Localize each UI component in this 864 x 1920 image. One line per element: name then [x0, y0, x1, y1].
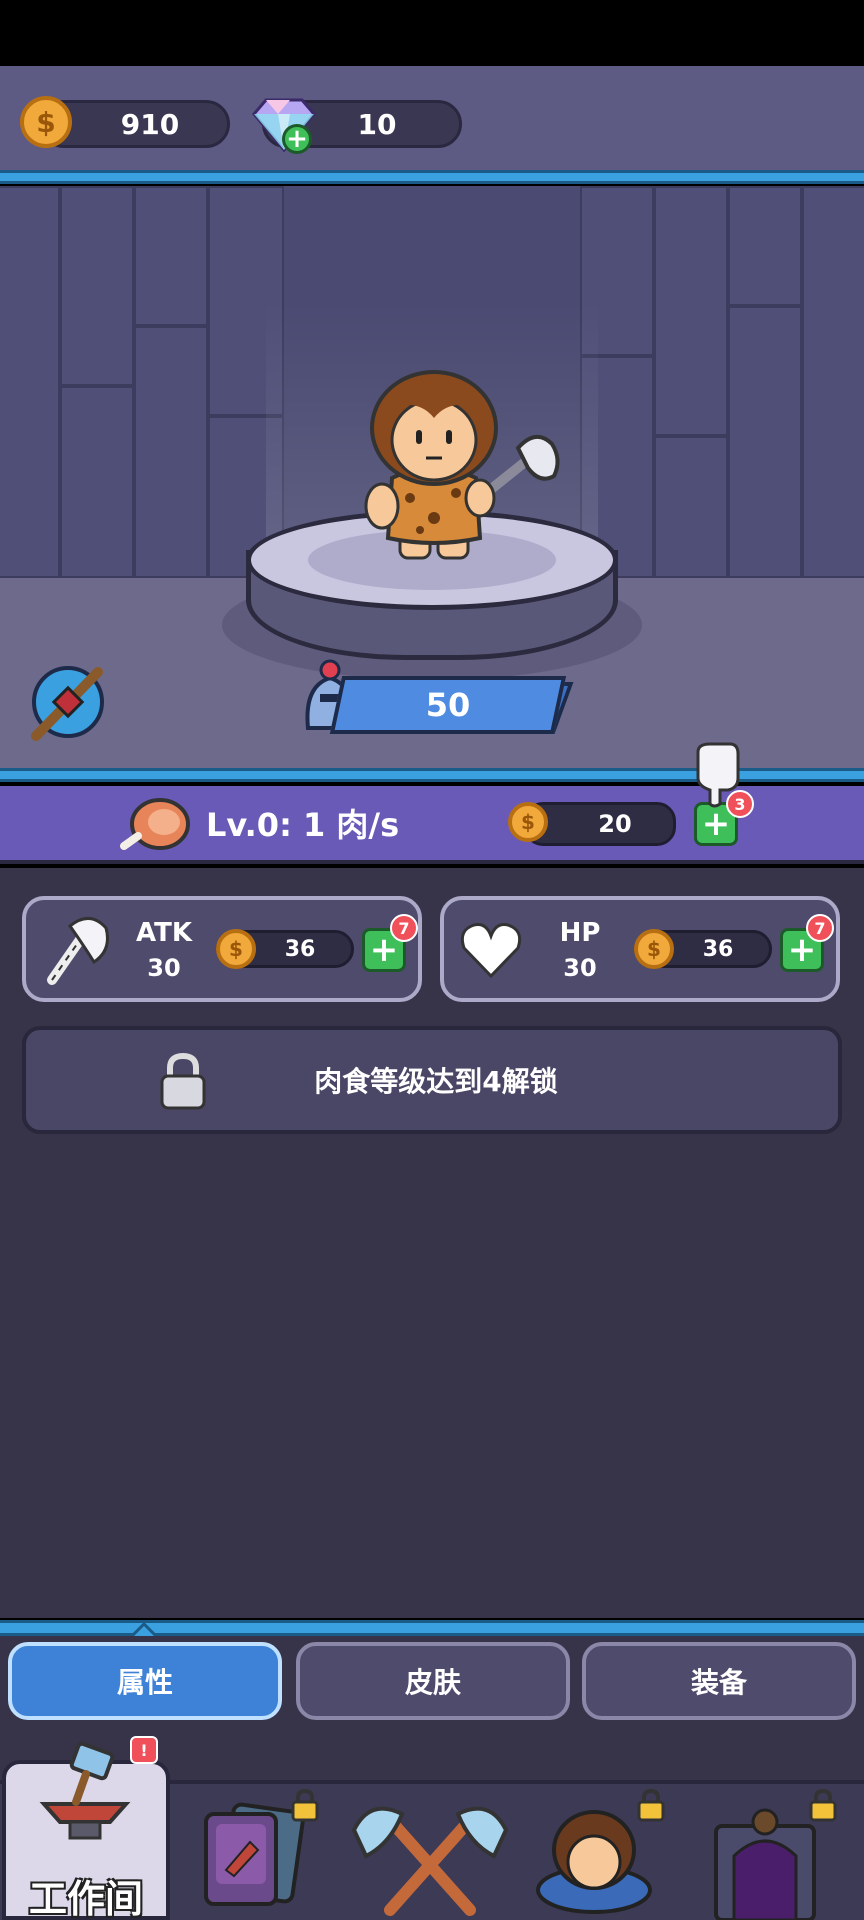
- hp-value: 30: [563, 954, 597, 982]
- atk-upgrade-badge: 7: [390, 914, 418, 942]
- workshop-alert-badge: !: [130, 1736, 158, 1764]
- coin-icon: $: [20, 96, 72, 148]
- locked-slot: 肉食等级达到4解锁: [22, 1026, 842, 1134]
- anvil-hammer-icon: [39, 1741, 131, 1840]
- lock-icon: [809, 1788, 837, 1822]
- hp-upgrade-badge: 7: [806, 914, 834, 942]
- locked-text: 肉食等级达到4解锁: [314, 1065, 558, 1098]
- heart-icon: [460, 923, 522, 979]
- pointing-hand-icon: [696, 742, 740, 808]
- tab-skins[interactable]: 皮肤: [296, 1642, 570, 1720]
- axe-icon: [47, 917, 109, 985]
- lock-icon: [637, 1788, 665, 1822]
- hp-label: HP: [559, 918, 601, 948]
- nav-weapons[interactable]: [350, 1790, 510, 1920]
- coin-icon: $: [634, 929, 674, 969]
- nav-cards[interactable]: [188, 1790, 348, 1920]
- add-gems-button[interactable]: +: [282, 124, 312, 154]
- tab-equipment[interactable]: 装备: [582, 1642, 856, 1720]
- atk-label: ATK: [136, 918, 192, 948]
- nav-workshop-label: 工作间: [28, 1877, 143, 1920]
- lock-icon: [291, 1788, 319, 1822]
- nav-heroes[interactable]: [530, 1790, 690, 1920]
- top-divider: [0, 170, 864, 184]
- tab-attributes[interactable]: 属性: [8, 1642, 282, 1720]
- coin-icon: $: [216, 929, 256, 969]
- meat-icon: [120, 798, 190, 850]
- crossed-axe-icon[interactable]: [22, 656, 114, 748]
- hp-banner-value: 50: [425, 686, 471, 724]
- atk-value: 30: [147, 954, 181, 982]
- coin-count: 910: [120, 107, 180, 141]
- meat-level-text: Lv.0: 1 肉/s: [206, 806, 400, 844]
- crossed-axes-icon: [351, 1806, 509, 1916]
- status-bar: [0, 0, 864, 66]
- caveman-character[interactable]: [330, 348, 570, 568]
- coin-icon: $: [508, 802, 548, 842]
- gem-count: 10: [357, 107, 397, 141]
